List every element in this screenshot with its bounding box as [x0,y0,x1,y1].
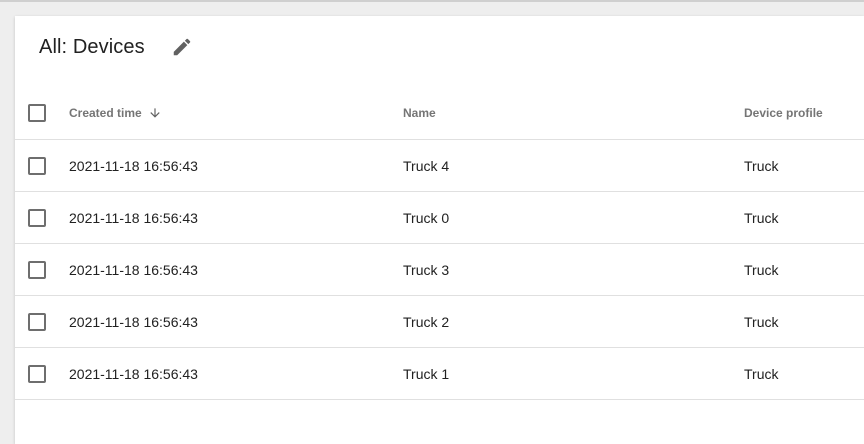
row-checkbox[interactable] [28,364,46,383]
name-cell: Truck 0 [403,209,450,226]
device-profile-cell: Truck [744,157,779,174]
device-profile-cell: Truck [744,261,779,278]
table-toolbar: All: Devices [15,16,864,80]
created-time-cell: 2021-11-18 16:56:43 [69,313,198,330]
devices-table-card: All: Devices Created time Name Device pr… [15,16,864,444]
edit-title-button[interactable] [167,34,197,64]
table-row[interactable]: 2021-11-18 16:56:43 Truck 1 Truck [15,348,864,400]
created-time-cell: 2021-11-18 16:56:43 [69,365,198,382]
row-checkbox[interactable] [28,208,46,227]
row-checkbox[interactable] [28,156,46,175]
column-header-device-profile[interactable]: Device profile [744,86,823,139]
name-cell: Truck 1 [403,365,450,382]
name-cell: Truck 2 [403,313,450,330]
table-row[interactable]: 2021-11-18 16:56:43 Truck 4 Truck [15,140,864,192]
device-profile-cell: Truck [744,365,779,382]
row-checkbox[interactable] [28,260,46,279]
created-time-cell: 2021-11-18 16:56:43 [69,209,198,226]
device-profile-cell: Truck [744,209,779,226]
table-header-row: Created time Name Device profile [15,86,864,140]
row-checkbox[interactable] [28,312,46,331]
table-row[interactable]: 2021-11-18 16:56:43 Truck 0 Truck [15,192,864,244]
window-top-edge [0,0,864,2]
created-time-cell: 2021-11-18 16:56:43 [69,261,198,278]
name-cell: Truck 3 [403,261,450,278]
table-row[interactable]: 2021-11-18 16:56:43 Truck 3 Truck [15,244,864,296]
table-row[interactable]: 2021-11-18 16:56:43 Truck 2 Truck [15,296,864,348]
arrow-down-icon [148,106,162,120]
device-profile-cell: Truck [744,313,779,330]
pencil-icon [171,36,193,63]
column-header-name[interactable]: Name [403,86,436,139]
page-title: All: Devices [39,36,145,58]
devices-table: Created time Name Device profile 2021-11… [15,86,864,400]
select-all-checkbox[interactable] [28,103,46,122]
column-header-created-label: Created time [69,105,142,120]
created-time-cell: 2021-11-18 16:56:43 [69,157,198,174]
name-cell: Truck 4 [403,157,450,174]
column-header-created-time[interactable]: Created time [69,86,162,139]
